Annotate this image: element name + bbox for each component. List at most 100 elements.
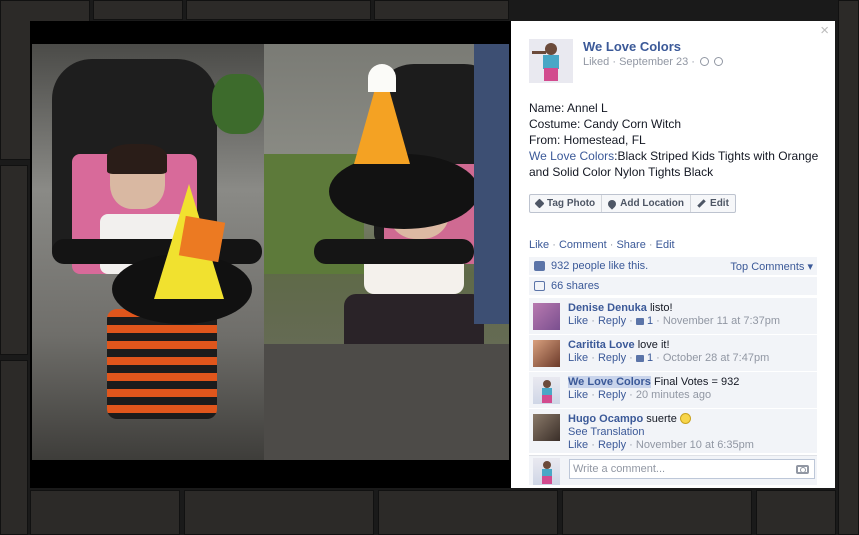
- shares-summary-row: 66 shares: [529, 276, 817, 295]
- link-separator: ·: [609, 239, 614, 251]
- thumbs-up-icon: [635, 318, 644, 325]
- post-description: Name: Annel L Costume: Candy Corn Witch …: [529, 100, 824, 180]
- comment-meta: Like · Reply · 1 · October 28 at 7:47pm: [568, 352, 770, 364]
- comment-reply-link[interactable]: Reply: [598, 352, 626, 364]
- comment-list[interactable]: Denise Denuka listo! Like · Reply · 1 · …: [529, 297, 817, 453]
- see-translation-link[interactable]: See Translation: [568, 426, 813, 439]
- liked-status[interactable]: Liked: [583, 56, 609, 68]
- close-icon[interactable]: ×: [820, 23, 829, 38]
- commenter-avatar[interactable]: [533, 377, 560, 404]
- background-photo-tile: [184, 490, 374, 535]
- background-photo-tile: [186, 0, 371, 20]
- comment-item: Hugo Ocampo suerte See Translation Like …: [529, 408, 817, 453]
- comment-item: We Love Colors Final Votes = 932 Like · …: [529, 371, 817, 408]
- camera-icon[interactable]: [796, 465, 809, 474]
- likes-summary-row: 932 people like this. Top Comments ▾: [529, 256, 817, 275]
- edit-button[interactable]: Edit: [691, 195, 735, 212]
- comment-like-link[interactable]: Like: [568, 439, 588, 451]
- comment-likes-count[interactable]: 1: [635, 315, 654, 327]
- product-line: We Love Colors:Black Striped Kids Tights…: [529, 148, 824, 180]
- chevron-down-icon: ▾: [807, 261, 813, 273]
- link-separator: ·: [552, 239, 556, 251]
- background-photo-tile: [838, 0, 859, 535]
- costume-name-line: Name: Annel L: [529, 101, 608, 115]
- page-avatar[interactable]: [529, 39, 573, 83]
- comment-text: love it!: [637, 339, 670, 351]
- photo-actions: Tag Photo Add Location Edit: [529, 194, 736, 213]
- thumbs-up-icon: [534, 261, 545, 271]
- background-photo-tile: [0, 360, 28, 535]
- from-line: From: Homestead, FL: [529, 133, 646, 147]
- likes-count-link[interactable]: 932 people like this.: [551, 260, 648, 272]
- comment-input[interactable]: [569, 459, 815, 479]
- top-comments-dropdown[interactable]: Top Comments ▾: [730, 260, 813, 273]
- comment-author[interactable]: Hugo Ocampo: [568, 413, 643, 425]
- top-comments-label: Top Comments: [730, 261, 805, 273]
- stroller-photo-left: [32, 44, 264, 460]
- page-mention-link[interactable]: We Love Colors: [529, 149, 614, 163]
- comment-reply-link[interactable]: Reply: [598, 439, 626, 451]
- tag-photo-label: Tag Photo: [547, 198, 596, 209]
- pencil-icon: [697, 199, 706, 208]
- background-photo-tile: [93, 0, 183, 20]
- edit-link[interactable]: Edit: [656, 239, 675, 251]
- comment-time[interactable]: November 10 at 6:35pm: [636, 439, 754, 451]
- globe-icon[interactable]: [714, 57, 724, 66]
- comment-like-link[interactable]: Like: [568, 352, 588, 364]
- share-icon: [534, 281, 545, 291]
- comment-like-link[interactable]: Like: [568, 389, 588, 401]
- comment-composer: [529, 455, 817, 485]
- comment-likes-count[interactable]: 1: [635, 352, 654, 364]
- background-photo-tile: [0, 165, 28, 355]
- commenter-avatar[interactable]: [533, 340, 560, 367]
- photo-viewer[interactable]: [30, 21, 511, 488]
- comment-like-link[interactable]: Like: [568, 315, 588, 327]
- comment-reply-link[interactable]: Reply: [598, 315, 626, 327]
- comment-time[interactable]: 20 minutes ago: [636, 389, 711, 401]
- link-separator: ·: [648, 239, 653, 251]
- viewer-avatar: [533, 458, 560, 485]
- comment-text: listo!: [649, 302, 673, 314]
- post-sidebar: × We Love Colors Liked · September 23 · …: [511, 21, 835, 488]
- comment-meta: Like · Reply · 1 · November 11 at 7:37pm: [568, 315, 781, 327]
- comment-author[interactable]: Denise Denuka: [568, 302, 647, 314]
- post-meta: Liked · September 23 ·: [583, 56, 724, 68]
- smiley-emoji-icon: [679, 413, 691, 424]
- background-photo-tile: [756, 490, 836, 535]
- background-photo-tile: [378, 490, 558, 535]
- comment-item: Caritita Love love it! Like · Reply · 1 …: [529, 334, 817, 371]
- stroller-photo-right: [264, 44, 509, 460]
- background-photo-tile: [374, 0, 509, 20]
- commenter-avatar[interactable]: [533, 414, 560, 441]
- meta-separator: ·: [691, 56, 698, 68]
- add-location-button[interactable]: Add Location: [602, 195, 692, 212]
- comment-item: Denise Denuka listo! Like · Reply · 1 · …: [529, 297, 817, 334]
- ufi-action-links: Like · Comment · Share · Edit: [529, 239, 675, 251]
- costume-line: Costume: Candy Corn Witch: [529, 117, 682, 131]
- comment-reply-link[interactable]: Reply: [598, 389, 626, 401]
- tag-icon: [534, 198, 545, 209]
- comment-author[interactable]: We Love Colors: [568, 376, 651, 388]
- share-link[interactable]: Share: [616, 239, 645, 251]
- clock-icon: [700, 57, 709, 66]
- comment-link[interactable]: Comment: [559, 239, 607, 251]
- page-name-link[interactable]: We Love Colors: [583, 39, 681, 54]
- commenter-avatar[interactable]: [533, 303, 560, 330]
- add-location-label: Add Location: [620, 198, 685, 209]
- comment-likes-value: 1: [646, 352, 654, 364]
- comment-likes-value: 1: [646, 315, 654, 327]
- comment-author[interactable]: Caritita Love: [568, 339, 635, 351]
- comment-meta: Like · Reply · November 10 at 6:35pm: [568, 439, 754, 451]
- comment-time[interactable]: October 28 at 7:47pm: [663, 352, 769, 364]
- shares-count-link[interactable]: 66 shares: [551, 280, 599, 292]
- thumbs-up-icon: [635, 355, 644, 362]
- background-photo-tile: [562, 490, 752, 535]
- edit-label: Edit: [710, 198, 729, 209]
- comment-meta: Like · Reply · 20 minutes ago: [568, 389, 712, 401]
- tag-photo-button[interactable]: Tag Photo: [530, 195, 603, 212]
- post-date[interactable]: September 23: [619, 56, 688, 68]
- like-link[interactable]: Like: [529, 239, 549, 251]
- location-pin-icon: [606, 197, 618, 210]
- comment-text: Final Votes = 932: [654, 376, 740, 388]
- comment-time[interactable]: November 11 at 7:37pm: [663, 315, 780, 327]
